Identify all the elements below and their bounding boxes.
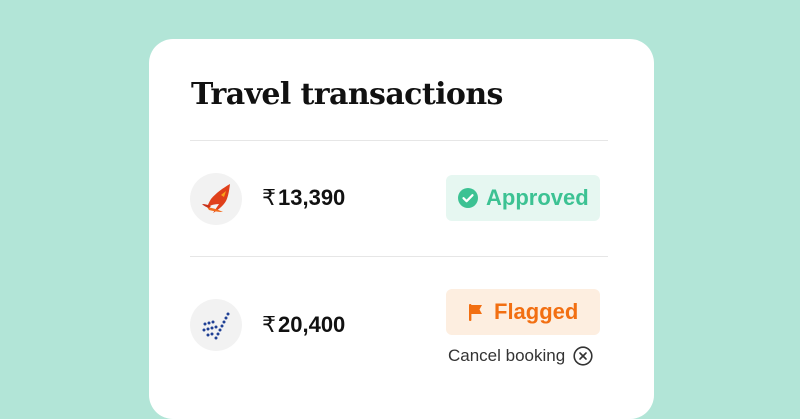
status-label: Flagged (494, 299, 579, 324)
status-label: Approved (486, 185, 589, 210)
status-badge-approved: Approved (446, 175, 600, 221)
transactions-card: Travel transactions ₹13,390 Approved ₹20… (149, 39, 654, 419)
cancel-booking-link[interactable]: Cancel booking (448, 344, 593, 368)
amount-value: 20,400 (278, 312, 346, 337)
card-title: Travel transactions (191, 77, 503, 112)
transaction-amount: ₹20,400 (262, 310, 345, 341)
divider (190, 140, 608, 141)
status-badge-flagged: Flagged (446, 289, 600, 335)
cancel-booking-label: Cancel booking (448, 346, 566, 365)
transaction-amount: ₹13,390 (262, 183, 345, 214)
amount-value: 13,390 (278, 185, 346, 210)
currency-symbol: ₹ (262, 186, 276, 211)
indigo-logo-icon (190, 299, 242, 351)
flag-icon (466, 302, 486, 322)
close-circle-icon[interactable] (573, 346, 593, 366)
divider (190, 256, 608, 257)
check-circle-icon (458, 188, 478, 208)
air-india-logo-icon (190, 173, 242, 225)
currency-symbol: ₹ (262, 313, 276, 338)
